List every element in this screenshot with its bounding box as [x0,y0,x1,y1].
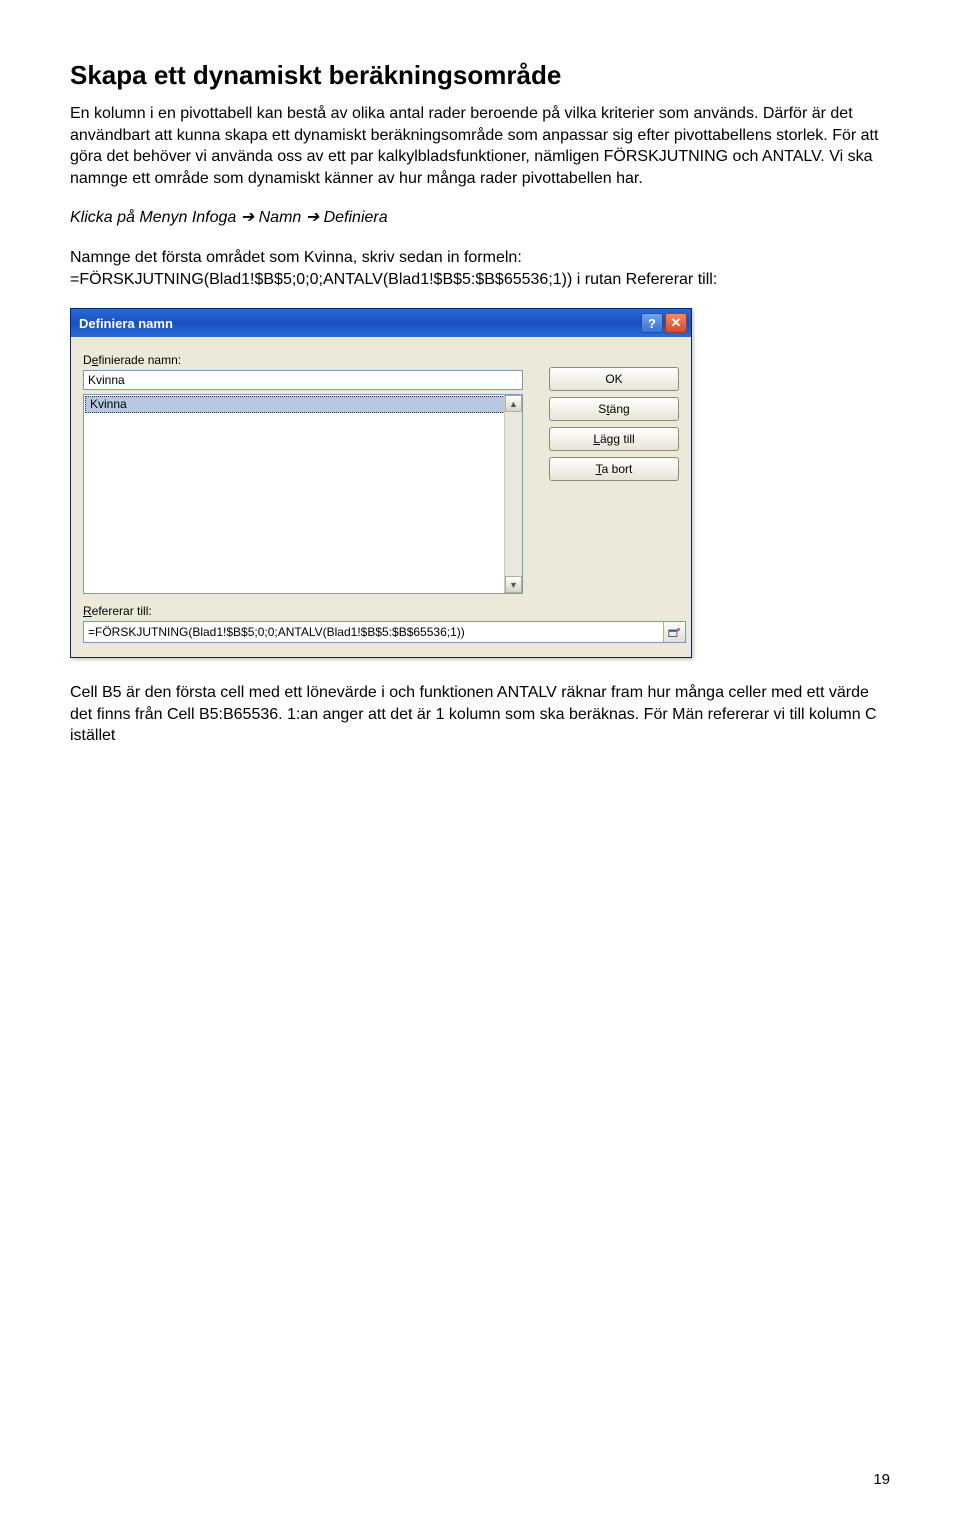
arrow-icon: ➔ [306,209,319,226]
paragraph-2: Klicka på Menyn Infoga ➔ Namn ➔ Definier… [70,207,890,229]
define-name-dialog: Definiera namn ? ✕ Definierade namn: Kvi… [70,308,692,658]
arrow-icon: ➔ [241,209,254,226]
paragraph-3: Namnge det första området som Kvinna, sk… [70,247,890,290]
paragraph-4: Cell B5 är den första cell med ett lönev… [70,682,890,747]
range-picker-button[interactable] [663,622,685,642]
dialog-titlebar[interactable]: Definiera namn ? ✕ [71,309,691,337]
close-window-button[interactable]: ✕ [665,313,687,333]
add-button[interactable]: Lägg till [549,427,679,451]
refers-to-label: Refererar till: [83,604,679,618]
refers-to-input[interactable] [84,622,663,642]
help-button[interactable]: ? [641,313,663,333]
p3-line1: Namnge det första området som Kvinna, sk… [70,249,522,266]
list-item[interactable]: Kvinna [85,396,521,413]
remove-button[interactable]: Ta bort [549,457,679,481]
scroll-up-button[interactable]: ▲ [505,395,522,412]
dialog-title: Definiera namn [79,316,173,331]
p3-line2: =FÖRSKJUTNING(Blad1!$B$5;0;0;ANTALV(Blad… [70,271,717,288]
close-button[interactable]: Stäng [549,397,679,421]
page-heading: Skapa ett dynamiskt beräkningsområde [70,60,890,91]
p2-mid: Namn [254,209,306,226]
scrollbar[interactable]: ▲ ▼ [504,395,522,593]
paragraph-1: En kolumn i en pivottabell kan bestå av … [70,103,890,189]
ok-button[interactable]: OK [549,367,679,391]
scroll-down-button[interactable]: ▼ [505,576,522,593]
name-input[interactable] [83,370,523,390]
p2-post: Definiera [319,209,387,226]
defined-names-label: Definierade namn: [83,353,679,367]
p2-pre: Klicka på Menyn Infoga [70,209,241,226]
collapse-dialog-icon [668,626,681,639]
names-listbox[interactable]: Kvinna ▲ ▼ [83,394,523,594]
page-number: 19 [873,1471,890,1488]
